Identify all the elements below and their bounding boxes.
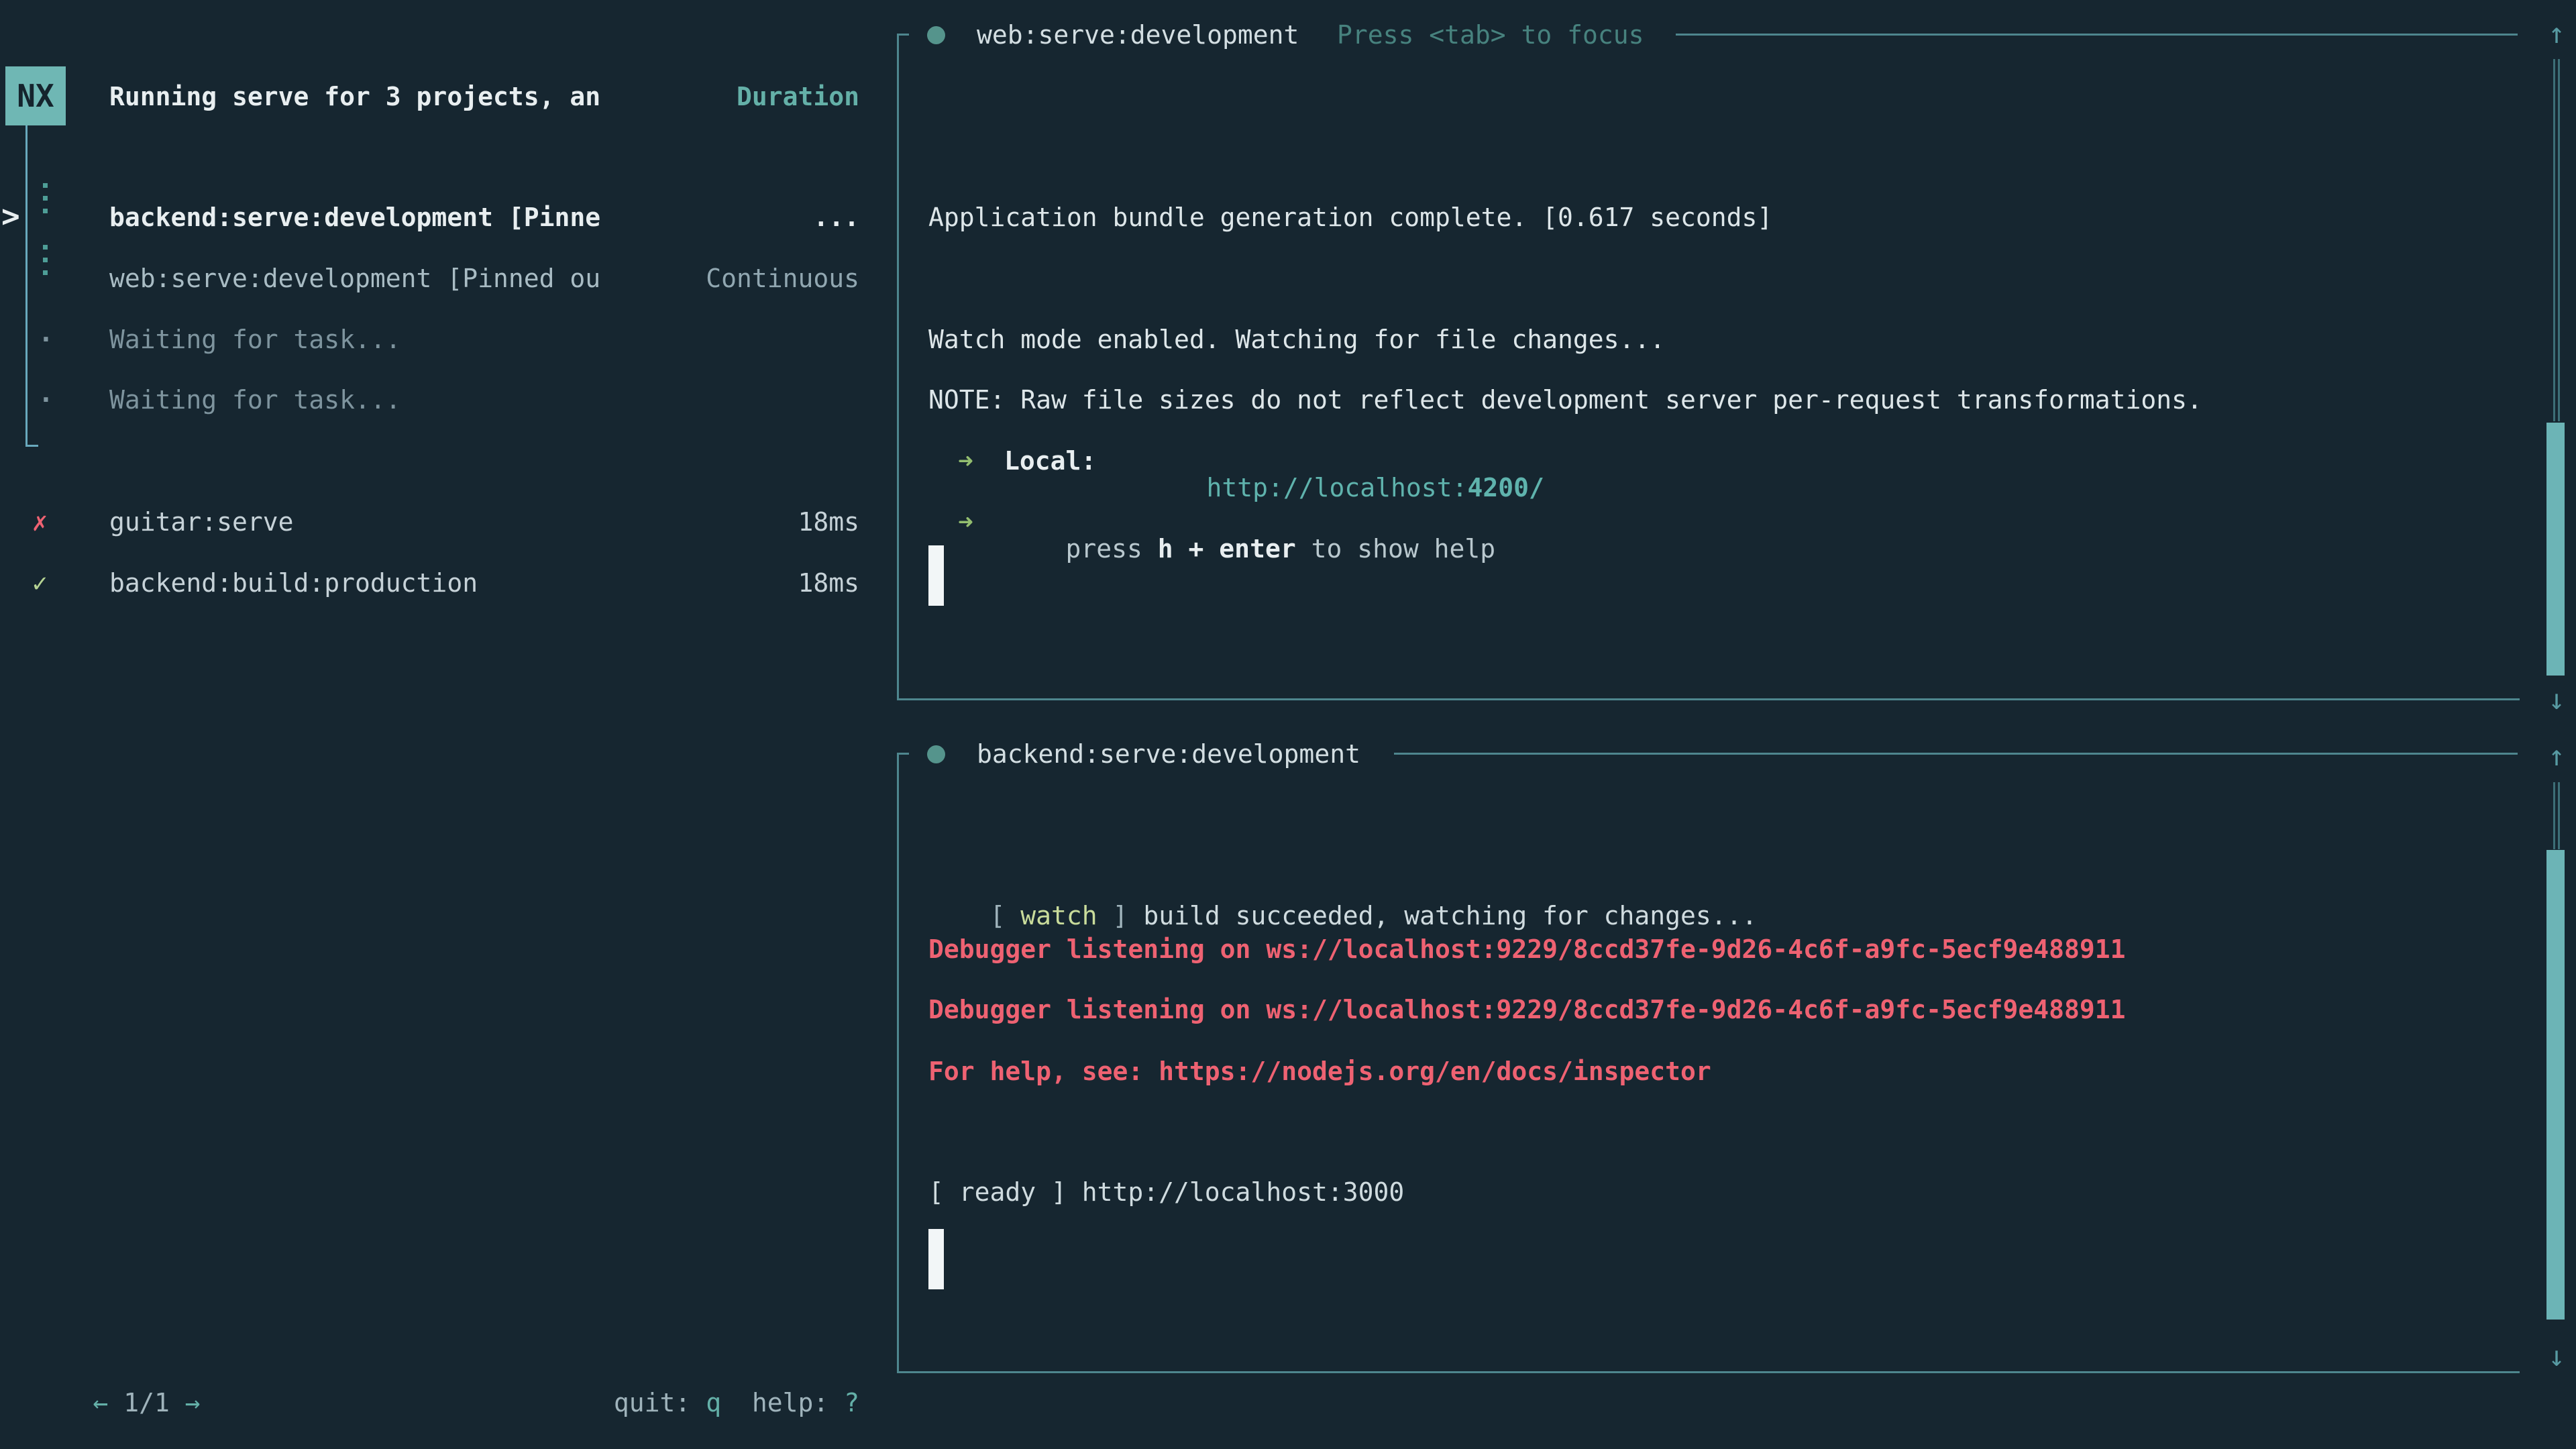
- waiting-dot-icon: ·: [38, 326, 54, 353]
- output-line-inspector-help[interactable]: For help, see: https://nodejs.org/en/doc…: [928, 1058, 1711, 1085]
- nx-logo-text: NX: [17, 78, 54, 114]
- task-name: Waiting for task...: [109, 386, 401, 413]
- output-line-ready: [ ready ] http://localhost:3000: [928, 1179, 1404, 1205]
- bracket-open: [: [990, 901, 1021, 930]
- local-url-port[interactable]: 4200/: [1467, 473, 1544, 502]
- task-name: Waiting for task...: [109, 326, 401, 353]
- task-row-web-serve[interactable]: web:serve:development [Pinned ou Continu…: [0, 265, 895, 292]
- task-duration: 18ms: [798, 508, 859, 535]
- task-name: backend:serve:development [Pinne: [109, 204, 600, 231]
- output-line-bundle: Application bundle generation complete. …: [928, 204, 1772, 231]
- prompt-arrow-icon: ➜: [958, 508, 973, 535]
- success-check-icon: ✓: [32, 570, 48, 596]
- prompt-arrow-icon: ➜: [958, 447, 973, 474]
- task-row-backend-serve[interactable]: backend:serve:development [Pinne ...: [0, 204, 895, 231]
- watch-message: build succeeded, watching for changes...: [1143, 901, 1757, 930]
- output-line-debugger-2: Debugger listening on ws://localhost:922…: [928, 996, 2125, 1023]
- scrollbar-down-arrow[interactable]: ↓: [2541, 685, 2572, 714]
- output-line-watch-status: [ watch ] build succeeded, watching for …: [928, 875, 1757, 902]
- scrollbar-up-arrow[interactable]: ↑: [2541, 19, 2572, 48]
- task-row-guitar-serve[interactable]: ✗ guitar:serve 18ms: [0, 508, 895, 535]
- panel-title: web:serve:development: [977, 21, 1299, 48]
- help-hint-suffix: to show help: [1296, 534, 1495, 564]
- bracket-close: ]: [1097, 901, 1144, 930]
- panel-border-tail: [1394, 753, 2518, 755]
- output-line-debugger-1: Debugger listening on ws://localhost:922…: [928, 936, 2125, 963]
- nx-terminal-ui: NX Running serve for 3 projects, an Dura…: [0, 0, 2576, 1449]
- quit-key: q: [706, 1388, 721, 1417]
- panel-border-stub: [897, 34, 909, 36]
- help-hint-key: h + enter: [1158, 534, 1296, 564]
- scrollbar-thumb[interactable]: [2546, 423, 2565, 676]
- task-name: guitar:serve: [109, 508, 294, 535]
- local-url-base[interactable]: http://localhost:: [1207, 473, 1468, 502]
- pagination-next-icon[interactable]: →: [185, 1388, 201, 1417]
- help-hint-line: press h + enter to show help: [1004, 508, 1495, 535]
- terminal-cursor: [928, 1229, 944, 1289]
- scrollbar-track: [2558, 59, 2560, 421]
- sidebar-title: Running serve for 3 projects, an: [109, 83, 600, 110]
- panel-border-stub: [897, 753, 909, 755]
- failed-cross-icon: ✗: [32, 508, 48, 535]
- quit-hint-label: quit:: [614, 1388, 706, 1417]
- nx-logo: NX: [5, 66, 66, 125]
- duration-column-header: Duration: [657, 83, 859, 110]
- pagination: ← 1/1 →: [32, 1362, 201, 1389]
- panel-focus-hint: Press <tab> to focus: [1337, 21, 1644, 48]
- scrollbar-thumb[interactable]: [2546, 850, 2565, 1320]
- task-detail: ...: [813, 204, 859, 231]
- terminal-pane-web-serve[interactable]: [897, 35, 2520, 700]
- waiting-dot-icon: ·: [38, 386, 54, 413]
- output-line-note: NOTE: Raw file sizes do not reflect deve…: [928, 386, 2202, 413]
- help-hint-prefix: press: [1066, 534, 1158, 564]
- watch-tag: watch: [1020, 901, 1097, 930]
- task-name: web:serve:development [Pinned ou: [109, 265, 600, 292]
- task-row-waiting-1[interactable]: · Waiting for task...: [0, 326, 895, 353]
- scrollbar-track: [2558, 782, 2560, 849]
- local-url[interactable]: http://localhost:4200/: [1145, 447, 1544, 474]
- scrollbar-track: [2553, 782, 2555, 849]
- panel-title: backend:serve:development: [977, 741, 1360, 767]
- help-key: ?: [844, 1388, 859, 1417]
- task-row-waiting-2[interactable]: · Waiting for task...: [0, 386, 895, 413]
- panel-status-dot-icon: [927, 745, 945, 763]
- pagination-prev-icon[interactable]: ←: [93, 1388, 109, 1417]
- keyboard-hints: quit: q help: ?: [537, 1362, 859, 1389]
- task-name: backend:build:production: [109, 570, 478, 596]
- page-indicator: 1/1: [108, 1388, 184, 1417]
- task-group-bracket-corner: [25, 445, 38, 447]
- scrollbar-down-arrow[interactable]: ↓: [2541, 1342, 2572, 1371]
- panel-border-tail: [1676, 34, 2518, 36]
- local-label: Local:: [1004, 447, 1096, 474]
- task-detail: Continuous: [706, 265, 859, 292]
- scrollbar-up-arrow[interactable]: ↑: [2541, 741, 2572, 771]
- output-line-watch-mode: Watch mode enabled. Watching for file ch…: [928, 326, 1665, 353]
- help-hint-label: help:: [721, 1388, 844, 1417]
- scrollbar-track: [2553, 59, 2555, 421]
- task-duration: 18ms: [798, 570, 859, 596]
- terminal-cursor: [928, 545, 944, 606]
- task-row-backend-build[interactable]: ✓ backend:build:production 18ms: [0, 570, 895, 596]
- panel-status-dot-icon: [927, 26, 945, 44]
